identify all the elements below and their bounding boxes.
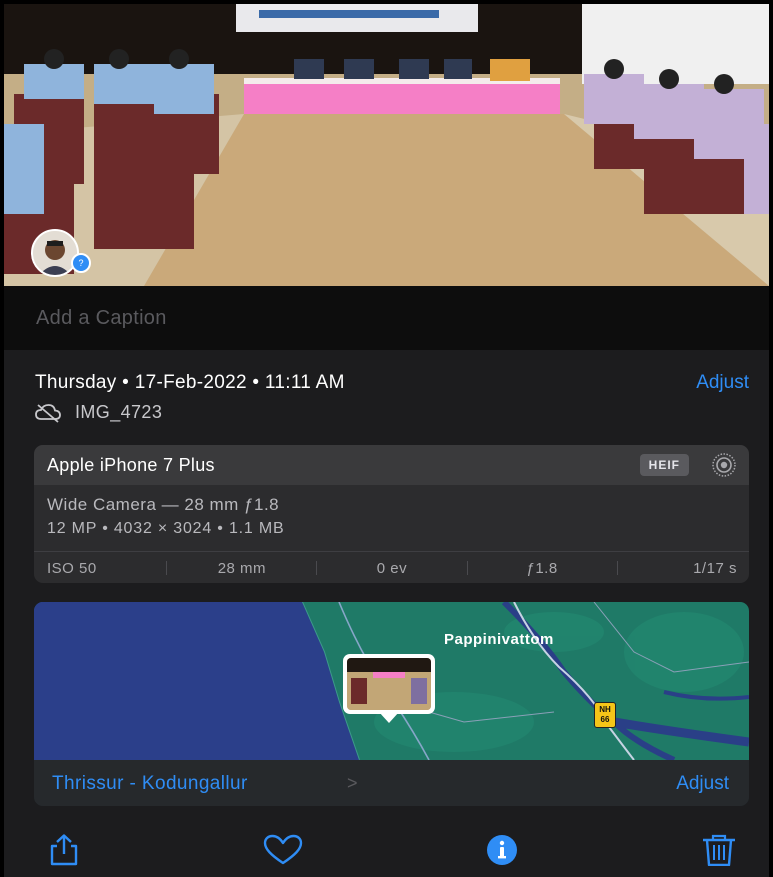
photo-preview[interactable] xyxy=(4,4,769,286)
filename: IMG_4723 xyxy=(75,402,163,422)
map-footer: Thrissur - Kodungallur > Adjust xyxy=(34,760,749,806)
exif-exposure-value: 0 ev xyxy=(376,559,408,577)
share-icon[interactable] xyxy=(46,834,82,866)
region-link[interactable]: Thrissur - Kodungallur xyxy=(52,773,248,795)
capture-date: Thursday • 17-Feb-2022 • 11:11 AM xyxy=(35,372,345,393)
exif-shutter-speed: 1/17 s xyxy=(693,559,737,577)
photo-image xyxy=(4,4,769,286)
camera-header: Apple iPhone 7 Plus HEIF xyxy=(34,445,749,485)
highway-badge: NH 66 xyxy=(594,702,616,728)
pin-thumbnail xyxy=(347,658,431,710)
camera-info-card: Apple iPhone 7 Plus HEIF Wide Camera — 2… xyxy=(34,445,749,583)
location-map-card[interactable]: Pappinivattom NH 66 Thrissur - Kodungallu… xyxy=(34,602,749,806)
caption-bar[interactable]: Add a Caption xyxy=(4,286,769,350)
chevron-right-icon: > xyxy=(347,773,358,793)
bottom-toolbar xyxy=(4,820,769,877)
cloud-slash-icon xyxy=(35,403,61,423)
filename-row: IMG_4723 xyxy=(35,402,162,423)
highway-badge-part: NH xyxy=(599,705,611,714)
highway-badge-part: 66 xyxy=(600,715,610,724)
lens-info: Wide Camera — 28 mm ƒ1.8 xyxy=(47,495,280,514)
adjust-date-button[interactable]: Adjust xyxy=(696,372,749,394)
photo-location-pin[interactable] xyxy=(343,654,435,714)
person-face-icon xyxy=(33,231,77,275)
info-icon[interactable] xyxy=(482,834,522,866)
camera-model: Apple iPhone 7 Plus xyxy=(47,455,215,475)
exif-aperture: ƒ1.8 xyxy=(526,559,558,577)
exif-row: ISO 50 28 mm 0 ev ƒ1.8 1/17 s xyxy=(34,551,749,583)
format-badge: HEIF xyxy=(639,454,689,476)
person-avatar[interactable] xyxy=(31,229,79,277)
avatar-badge-icon: ? xyxy=(71,253,91,273)
pin-pointer xyxy=(379,712,399,723)
map-place-label: Pappinivattom xyxy=(444,631,554,648)
caption-input[interactable]: Add a Caption xyxy=(36,307,167,330)
heart-icon[interactable] xyxy=(262,834,304,866)
exif-focal-length: 28 mm xyxy=(217,559,267,577)
adjust-location-button[interactable]: Adjust xyxy=(676,773,729,795)
image-specs: 12 MP • 4032 × 3024 • 1.1 MB xyxy=(47,520,285,537)
exif-iso: ISO 50 xyxy=(47,559,97,577)
trash-icon[interactable] xyxy=(699,834,739,866)
info-panel: Thursday • 17-Feb-2022 • 11:11 AM Adjust… xyxy=(4,350,769,820)
live-photo-icon[interactable] xyxy=(711,452,737,478)
